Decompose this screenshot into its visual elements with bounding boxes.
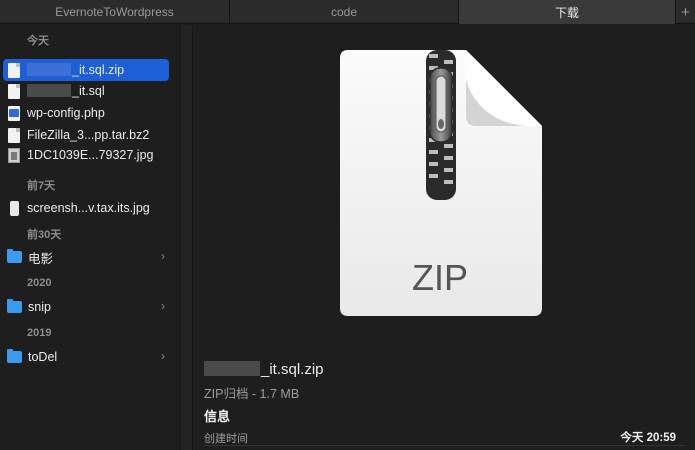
new-tab-button[interactable]: + (676, 0, 695, 24)
file-name: _it.sql (27, 84, 105, 98)
created-value: 今天 20:59 (620, 432, 676, 444)
section-2019: 2019 (27, 327, 52, 339)
tab-code[interactable]: code (230, 0, 459, 24)
file-name: screensh...v.tax.its.jpg (27, 201, 150, 215)
tab-downloads[interactable]: 下载 (459, 0, 676, 24)
redacted-text (204, 361, 260, 376)
file-name: FileZilla_3...pp.tar.bz2 (27, 128, 150, 142)
folder-icon (7, 249, 22, 263)
folder-name: toDel (28, 350, 58, 364)
folder-row-movies[interactable]: 电影 › (3, 246, 169, 268)
file-list: 今天 _it.sql.zip _it.sql wp-config.php Fil… (0, 25, 180, 450)
chevron-right-icon[interactable]: › (161, 299, 165, 313)
column-divider[interactable] (180, 25, 193, 450)
screenshot-icon (10, 200, 19, 216)
document-icon (8, 62, 20, 78)
section-last-7-days: 前7天 (27, 180, 56, 192)
folder-icon (7, 349, 22, 363)
folder-name: snip (28, 300, 51, 314)
redacted-text (27, 84, 71, 97)
section-today: 今天 (27, 35, 49, 47)
divider (204, 445, 685, 446)
file-row-screenshot[interactable]: screensh...v.tax.its.jpg (3, 197, 169, 219)
folder-row-snip[interactable]: snip › (3, 296, 169, 318)
folder-name: 电影 (28, 251, 54, 266)
file-row-jpg[interactable]: 1DC1039E...79327.jpg (3, 144, 169, 166)
file-name: _it.sql.zip (27, 63, 124, 77)
zip-badge-text: ZIP (412, 257, 468, 298)
tab-evernotetowordpress[interactable]: EvernoteToWordpress (0, 0, 230, 24)
created-label: 创建时间 (204, 433, 248, 445)
preview-pane: ZIP _it.sql.zip ZIP归档 - 1.7 MB 信息 创建时间 今… (194, 25, 695, 450)
preview-file-name: _it.sql.zip (204, 361, 324, 378)
archive-icon (8, 127, 20, 143)
file-row-sql-zip[interactable]: _it.sql.zip (3, 59, 169, 81)
section-last-30-days: 前30天 (27, 229, 62, 241)
document-icon (8, 83, 20, 99)
preview-file-kind: ZIP归档 - 1.7 MB (204, 387, 300, 401)
folder-icon (7, 299, 22, 313)
file-row-wp-config[interactable]: wp-config.php (3, 102, 169, 124)
php-file-icon (8, 105, 20, 121)
chevron-right-icon[interactable]: › (161, 349, 165, 363)
tab-bar: EvernoteToWordpress code 下载 + (0, 0, 695, 24)
info-heading: 信息 (204, 409, 231, 424)
file-name: 1DC1039E...79327.jpg (27, 148, 154, 162)
section-2020: 2020 (27, 277, 52, 289)
file-name: wp-config.php (27, 106, 105, 120)
file-row-sql[interactable]: _it.sql (3, 80, 169, 102)
image-icon (8, 147, 20, 163)
chevron-right-icon[interactable]: › (161, 249, 165, 263)
folder-row-todel[interactable]: toDel › (3, 346, 169, 368)
zip-file-icon: ZIP (340, 50, 542, 316)
redacted-text (27, 63, 71, 76)
file-row-filezilla[interactable]: FileZilla_3...pp.tar.bz2 (3, 124, 169, 146)
